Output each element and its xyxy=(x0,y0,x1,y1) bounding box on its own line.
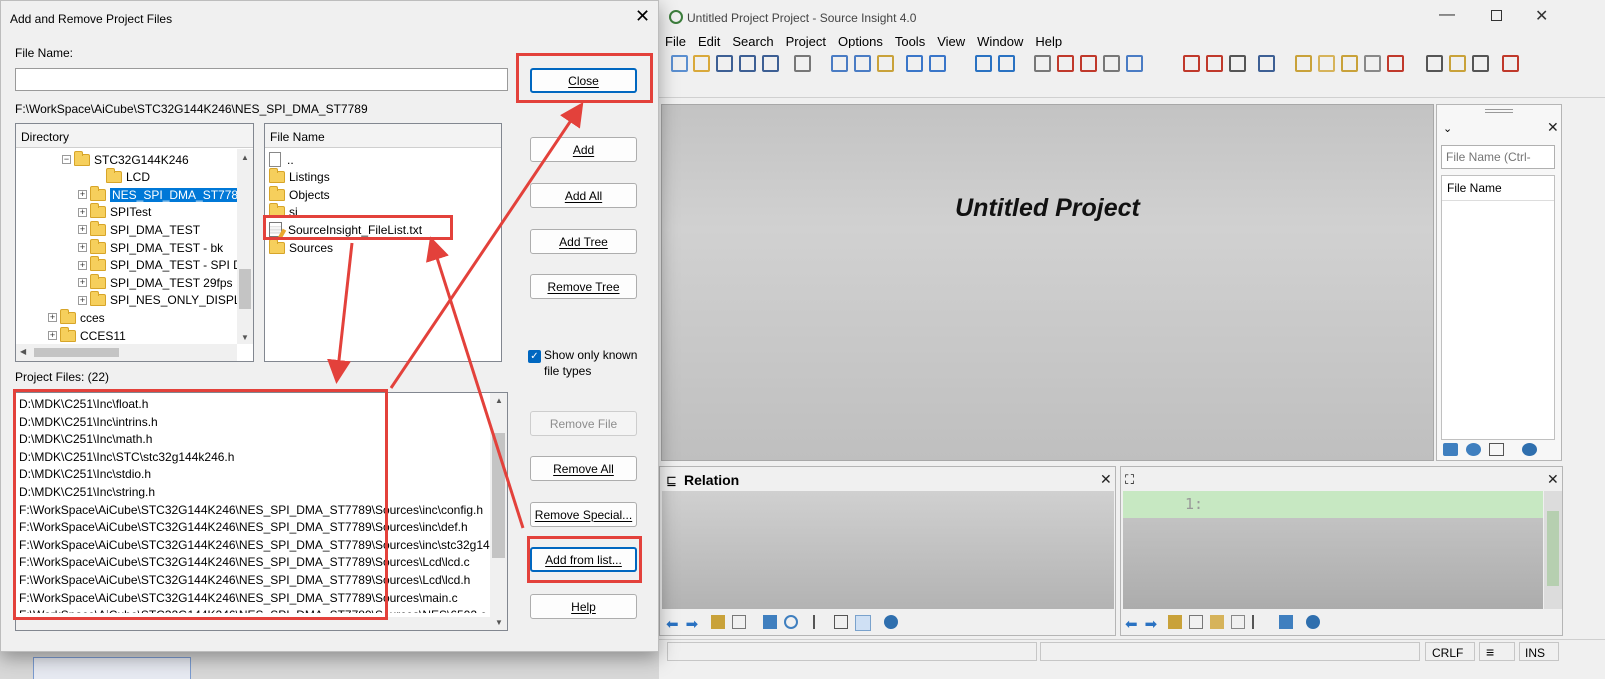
annotation-arrows xyxy=(327,102,584,529)
